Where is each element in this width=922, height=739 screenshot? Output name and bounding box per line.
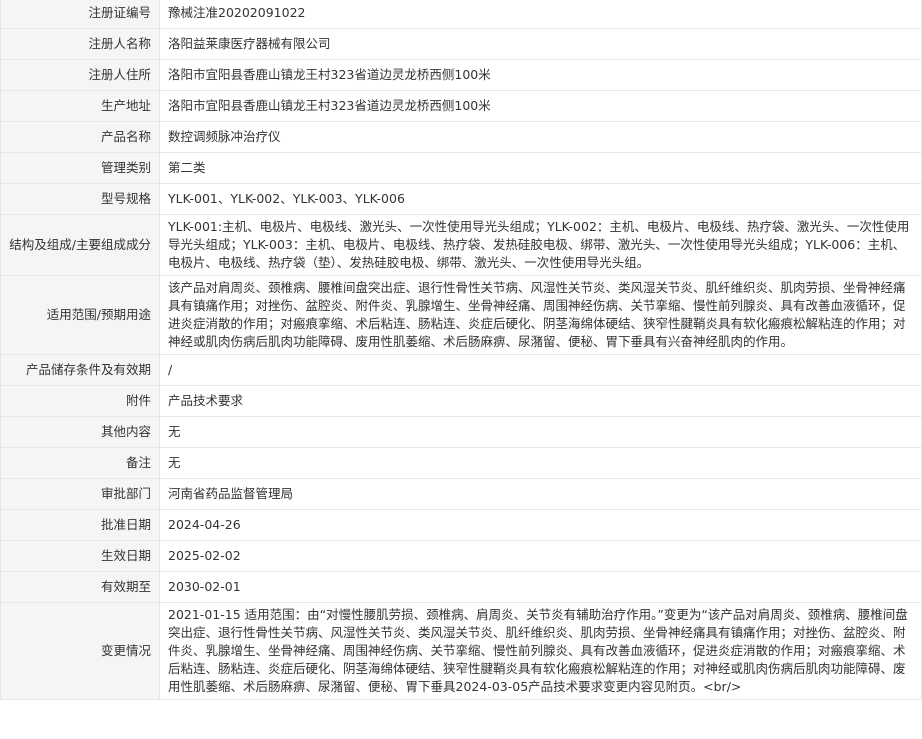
row-change-history: 变更情况 2021-01-15 适用范围：由“对慢性腰肌劳损、颈椎病、肩周炎、关… — [0, 602, 922, 700]
row-approval-department: 审批部门 河南省药品监督管理局 — [0, 478, 922, 510]
field-label: 其他内容 — [0, 416, 160, 448]
registration-info-table: 注册证编号 豫械注准20202091022 注册人名称 洛阳益莱康医疗器械有限公… — [0, 0, 922, 700]
field-value: 数控调频脉冲治疗仪 — [159, 121, 922, 153]
field-value: 该产品对肩周炎、颈椎病、腰椎间盘突出症、退行性骨性关节病、风湿性关节炎、类风湿关… — [159, 275, 922, 355]
field-label: 备注 — [0, 447, 160, 479]
row-remarks: 备注 无 — [0, 447, 922, 479]
row-storage-validity: 产品储存条件及有效期 / — [0, 354, 922, 386]
field-label: 产品名称 — [0, 121, 160, 153]
field-value: 河南省药品监督管理局 — [159, 478, 922, 510]
field-value: 无 — [159, 416, 922, 448]
field-label: 注册证编号 — [0, 0, 160, 29]
row-expiry-date: 有效期至 2030-02-01 — [0, 571, 922, 603]
row-model-spec: 型号规格 YLK-001、YLK-002、YLK-003、YLK-006 — [0, 183, 922, 215]
field-value: 2030-02-01 — [159, 571, 922, 603]
field-value: / — [159, 354, 922, 386]
field-label: 有效期至 — [0, 571, 160, 603]
row-structure-composition: 结构及组成/主要组成成分 YLK-001:主机、电极片、电极线、激光头、一次性使… — [0, 214, 922, 276]
field-label: 附件 — [0, 385, 160, 417]
field-value: 产品技术要求 — [159, 385, 922, 417]
field-label: 产品储存条件及有效期 — [0, 354, 160, 386]
field-value: 无 — [159, 447, 922, 479]
field-label: 生产地址 — [0, 90, 160, 122]
field-value: 洛阳市宜阳县香鹿山镇龙王村323省道边灵龙桥西侧100米 — [159, 59, 922, 91]
field-value: 2024-04-26 — [159, 509, 922, 541]
row-product-name: 产品名称 数控调频脉冲治疗仪 — [0, 121, 922, 153]
field-value: YLK-001:主机、电极片、电极线、激光头、一次性使用导光头组成；YLK-00… — [159, 214, 922, 276]
row-approval-date: 批准日期 2024-04-26 — [0, 509, 922, 541]
row-effective-date: 生效日期 2025-02-02 — [0, 540, 922, 572]
field-label: 变更情况 — [0, 602, 160, 700]
row-production-address: 生产地址 洛阳市宜阳县香鹿山镇龙王村323省道边灵龙桥西侧100米 — [0, 90, 922, 122]
field-label: 结构及组成/主要组成成分 — [0, 214, 160, 276]
field-label: 审批部门 — [0, 478, 160, 510]
field-label: 批准日期 — [0, 509, 160, 541]
row-registration-number: 注册证编号 豫械注准20202091022 — [0, 0, 922, 29]
field-value: 2021-01-15 适用范围：由“对慢性腰肌劳损、颈椎病、肩周炎、关节炎有辅助… — [159, 602, 922, 700]
field-label: 注册人住所 — [0, 59, 160, 91]
row-management-category: 管理类别 第二类 — [0, 152, 922, 184]
field-label: 管理类别 — [0, 152, 160, 184]
field-label: 生效日期 — [0, 540, 160, 572]
field-value: 豫械注准20202091022 — [159, 0, 922, 29]
field-value: 2025-02-02 — [159, 540, 922, 572]
field-value: 第二类 — [159, 152, 922, 184]
row-registrant-name: 注册人名称 洛阳益莱康医疗器械有限公司 — [0, 28, 922, 60]
row-registrant-address: 注册人住所 洛阳市宜阳县香鹿山镇龙王村323省道边灵龙桥西侧100米 — [0, 59, 922, 91]
field-value: 洛阳市宜阳县香鹿山镇龙王村323省道边灵龙桥西侧100米 — [159, 90, 922, 122]
field-label: 注册人名称 — [0, 28, 160, 60]
row-attachment: 附件 产品技术要求 — [0, 385, 922, 417]
row-other-content: 其他内容 无 — [0, 416, 922, 448]
field-label: 型号规格 — [0, 183, 160, 215]
row-intended-use: 适用范围/预期用途 该产品对肩周炎、颈椎病、腰椎间盘突出症、退行性骨性关节病、风… — [0, 275, 922, 355]
field-value: 洛阳益莱康医疗器械有限公司 — [159, 28, 922, 60]
field-label: 适用范围/预期用途 — [0, 275, 160, 355]
field-value: YLK-001、YLK-002、YLK-003、YLK-006 — [159, 183, 922, 215]
